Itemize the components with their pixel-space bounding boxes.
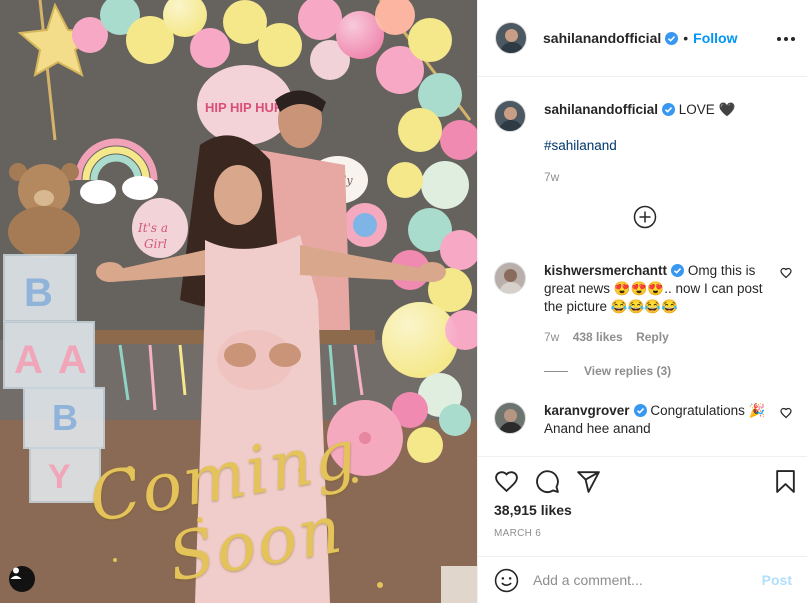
caption-hashtag[interactable]: #sahilanand <box>544 137 792 155</box>
likes-count[interactable]: 38,915 likes <box>494 502 572 518</box>
comment-item: kishwersmerchantt Omg this is great news… <box>494 262 792 346</box>
user-tag-icon[interactable] <box>9 566 35 592</box>
replies-divider <box>544 370 568 372</box>
svg-text:It's a: It's a <box>137 221 168 235</box>
caption-time[interactable]: 7w <box>544 168 792 186</box>
load-more-comments-icon[interactable] <box>633 205 657 229</box>
post-date[interactable]: MARCH 6 <box>494 528 541 539</box>
photo-corner-sticker <box>441 566 477 603</box>
reply-button[interactable]: Reply <box>636 330 669 344</box>
svg-text:A: A <box>14 338 43 382</box>
svg-text:B: B <box>24 271 53 315</box>
verified-badge-icon <box>671 264 685 277</box>
svg-text:Girl: Girl <box>144 237 167 251</box>
view-replies[interactable]: View replies (3) <box>544 364 671 378</box>
comments-list[interactable]: sahilanandofficial LOVE 🖤 #sahilanand 7w… <box>478 78 807 456</box>
post-comment-button[interactable]: Post <box>762 572 792 588</box>
verified-badge-icon <box>665 31 679 45</box>
comment-time[interactable]: 7w <box>544 330 559 344</box>
comment-composer: Post <box>478 556 807 603</box>
post-actions: 38,915 likes MARCH 6 <box>478 456 807 556</box>
more-options-icon[interactable] <box>777 30 795 48</box>
post-photo[interactable]: HIP HIP HUR B A A B Y It's a Girl Coming… <box>0 0 477 603</box>
comment-text: Congratulations 🎉 <box>650 403 766 418</box>
like-comment-heart-icon[interactable] <box>780 267 792 279</box>
post-side-panel: sahilanandofficial • Follow sahilanandof… <box>477 0 807 603</box>
smile-icon[interactable] <box>494 568 519 593</box>
verified-badge-icon <box>662 103 676 116</box>
view-replies-label[interactable]: View replies (3) <box>584 364 671 378</box>
svg-text:HIP HIP HUR: HIP HIP HUR <box>205 100 284 115</box>
svg-text:A: A <box>58 338 87 382</box>
comment-icon[interactable] <box>535 469 560 494</box>
caption-text: LOVE 🖤 <box>678 102 736 117</box>
verified-badge-icon <box>633 404 647 417</box>
comment-likes[interactable]: 438 likes <box>573 330 623 344</box>
commenter-username[interactable]: karanvgrover <box>544 403 630 418</box>
post-modal: HIP HIP HUR B A A B Y It's a Girl Coming… <box>0 0 807 603</box>
commenter-avatar[interactable] <box>494 262 526 294</box>
caption: sahilanandofficial LOVE 🖤 #sahilanand 7w <box>494 100 792 186</box>
share-icon[interactable] <box>576 469 601 494</box>
post-header: sahilanandofficial • Follow <box>478 0 807 77</box>
caption-username[interactable]: sahilanandofficial <box>544 102 658 117</box>
follow-button[interactable]: Follow <box>693 30 737 46</box>
commenter-avatar[interactable] <box>494 402 526 434</box>
comment-text-line2: Anand hee anand <box>544 421 651 436</box>
commenter-username[interactable]: kishwersmerchantt <box>544 263 667 278</box>
bookmark-icon[interactable] <box>773 469 798 494</box>
comment-input[interactable] <box>533 572 754 588</box>
comment-item: karanvgrover Congratulations 🎉 Anand hee… <box>494 402 792 438</box>
like-comment-heart-icon[interactable] <box>780 407 792 419</box>
caption-avatar[interactable] <box>494 100 526 132</box>
header-separator: • <box>683 30 689 46</box>
author-username[interactable]: sahilanandofficial <box>543 30 661 46</box>
svg-text:B: B <box>52 397 78 438</box>
author-avatar[interactable] <box>495 22 527 54</box>
heart-icon[interactable] <box>494 469 519 494</box>
